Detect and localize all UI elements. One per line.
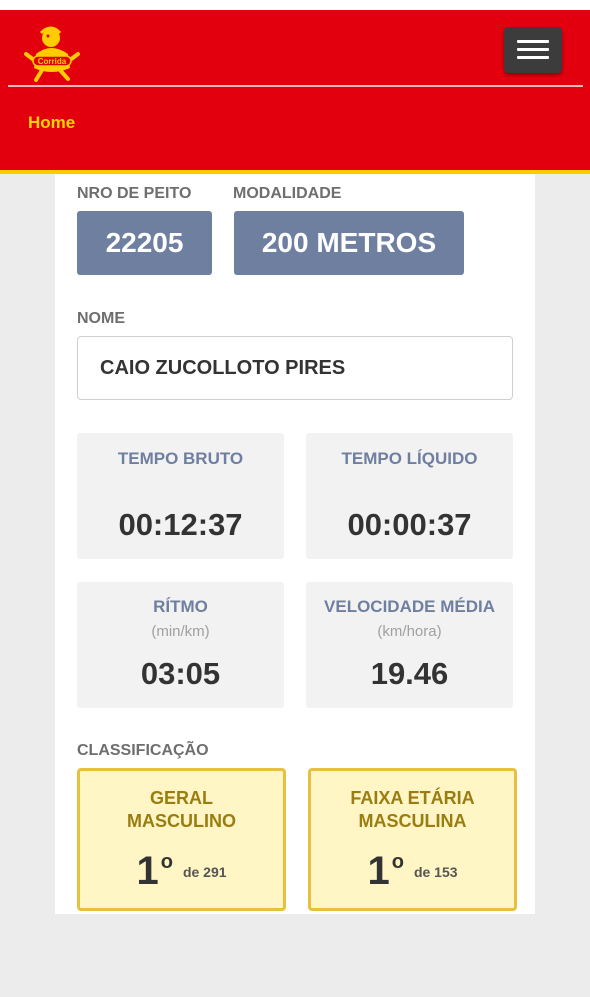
age-group-rank-position: 1 o de 153 (311, 849, 514, 893)
overall-rank-title-line1: GERAL (150, 788, 213, 808)
bib-number-badge: 22205 (77, 211, 212, 275)
name-label: NOME (77, 310, 125, 327)
bib-label: NRO DE PEITO (77, 185, 192, 202)
overall-rank-total: de 291 (182, 864, 227, 880)
mascot-logo-icon[interactable]: Corrida (24, 24, 80, 82)
avg-speed-unit: (km/hora) (377, 623, 442, 640)
nav-home-link[interactable]: Home (28, 113, 75, 133)
overall-rank-title-line2: MASCULINO (127, 811, 236, 831)
age-group-rank-title-line1: FAIXA ETÁRIA (350, 788, 475, 808)
svg-text:Corrida: Corrida (38, 57, 67, 66)
avg-speed-label: VELOCIDADE MÉDIA (324, 597, 495, 616)
classification-label: CLASSIFICAÇÃO (77, 742, 209, 759)
overall-rank-number: 1 (136, 849, 159, 893)
overall-rank-ordinal: o (160, 851, 173, 873)
modality-label: MODALIDADE (233, 185, 342, 202)
age-group-rank-card: FAIXA ETÁRIA MASCULINA 1 o de 153 (308, 768, 517, 911)
age-group-rank-ordinal: o (391, 851, 404, 873)
overall-rank-position: 1 o de 291 (80, 849, 283, 893)
age-group-rank-title-line2: MASCULINA (358, 811, 467, 831)
gross-time-label: TEMPO BRUTO (117, 449, 244, 468)
gross-time-card: TEMPO BRUTO 00:12:37 (77, 433, 284, 559)
overall-rank-card: GERAL MASCULINO 1 o de 291 (77, 768, 286, 911)
pace-card: RÍTMO (min/km) 03:05 (77, 582, 284, 708)
overall-rank-title: GERAL MASCULINO (80, 787, 283, 833)
age-group-rank-total: de 153 (413, 864, 458, 880)
avg-speed-card: VELOCIDADE MÉDIA (km/hora) 19.46 (306, 582, 513, 708)
pace-label: RÍTMO (153, 597, 208, 616)
hamburger-menu-button[interactable] (504, 27, 562, 73)
header-divider (8, 85, 583, 87)
net-time-card: TEMPO LÍQUIDO 00:00:37 (306, 433, 513, 559)
gross-time-value: 00:12:37 (118, 507, 243, 542)
pace-unit: (min/km) (151, 623, 210, 640)
result-card: NRO DE PEITO MODALIDADE 22205 200 METROS… (55, 174, 535, 914)
hamburger-menu-icon (517, 56, 549, 59)
name-field: CAIO ZUCOLLOTO PIRES (77, 336, 513, 400)
age-group-rank-number: 1 (367, 849, 390, 893)
modality-badge: 200 METROS (234, 211, 464, 275)
age-group-rank-title: FAIXA ETÁRIA MASCULINA (311, 787, 514, 833)
top-strip (0, 0, 590, 10)
avg-speed-value: 19.46 (370, 656, 449, 691)
site-header: Corrida Home (0, 10, 590, 170)
pace-value: 03:05 (140, 656, 221, 691)
net-time-value: 00:00:37 (347, 507, 472, 542)
hamburger-menu-icon (517, 40, 549, 43)
net-time-label: TEMPO LÍQUIDO (341, 449, 478, 468)
hamburger-menu-icon (517, 48, 549, 51)
